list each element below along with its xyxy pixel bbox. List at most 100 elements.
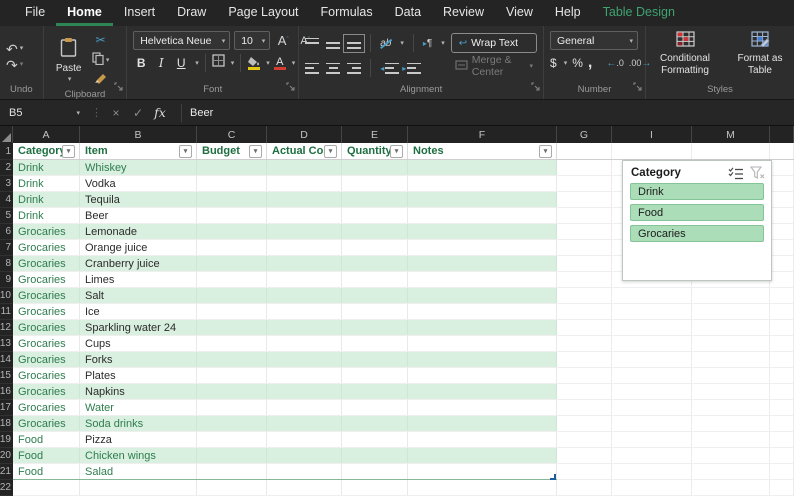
empty-cell[interactable]: [770, 464, 794, 479]
cell-F17[interactable]: [408, 400, 557, 415]
cell-B6[interactable]: Lemonade: [80, 224, 197, 239]
format-painter-button[interactable]: [92, 71, 110, 88]
conditional-formatting-button[interactable]: Conditional Formatting: [652, 31, 718, 77]
empty-cell[interactable]: [557, 336, 612, 351]
cell-F19[interactable]: [408, 432, 557, 447]
empty-cell[interactable]: [557, 272, 612, 287]
decrease-indent-button[interactable]: ◂: [380, 63, 395, 74]
cell-F9[interactable]: [408, 272, 557, 287]
increase-font-button[interactable]: Aˆ: [274, 32, 292, 49]
column-header-C[interactable]: C: [197, 126, 267, 143]
row-number[interactable]: 11: [0, 304, 13, 320]
cell-D21[interactable]: [267, 464, 342, 479]
empty-cell[interactable]: [770, 320, 794, 335]
cell-C6[interactable]: [197, 224, 267, 239]
empty-cell[interactable]: [692, 432, 770, 447]
empty-cell[interactable]: [770, 288, 794, 303]
empty-cell[interactable]: [557, 400, 612, 415]
cell-E16[interactable]: [342, 384, 408, 399]
row-number[interactable]: 18: [0, 416, 13, 432]
filter-dropdown-icon[interactable]: ▾: [62, 145, 75, 158]
cell-F10[interactable]: [408, 288, 557, 303]
cell-D9[interactable]: [267, 272, 342, 287]
table-header-actual-cost[interactable]: Actual Cost▾: [267, 143, 342, 159]
cell-B18[interactable]: Soda drinks: [80, 416, 197, 431]
row-number[interactable]: 3: [0, 176, 13, 192]
empty-cell[interactable]: [612, 352, 692, 367]
cell-B10[interactable]: Salt: [80, 288, 197, 303]
empty-cell[interactable]: [612, 368, 692, 383]
empty-cell[interactable]: [770, 143, 794, 159]
underline-button[interactable]: U: [173, 56, 189, 70]
empty-cell[interactable]: [770, 304, 794, 319]
slicer-item-drink[interactable]: Drink: [630, 183, 764, 200]
cell-E13[interactable]: [342, 336, 408, 351]
font-color-button[interactable]: A: [274, 57, 286, 70]
cell-C14[interactable]: [197, 352, 267, 367]
row-number[interactable]: 2: [0, 160, 13, 176]
tab-page-layout[interactable]: Page Layout: [217, 0, 309, 26]
cell-C21[interactable]: [197, 464, 267, 479]
empty-cell[interactable]: [770, 416, 794, 431]
cell-B8[interactable]: Cranberry juice: [80, 256, 197, 271]
cell-E9[interactable]: [342, 272, 408, 287]
format-as-table-button[interactable]: Format as Table: [732, 31, 788, 77]
cell-D13[interactable]: [267, 336, 342, 351]
cell-D8[interactable]: [267, 256, 342, 271]
cell-A13[interactable]: Grocaries: [13, 336, 80, 351]
filter-dropdown-icon[interactable]: ▾: [390, 145, 403, 158]
slicer-item-food[interactable]: Food: [630, 204, 764, 221]
cell-A11[interactable]: Grocaries: [13, 304, 80, 319]
empty-cell[interactable]: [612, 320, 692, 335]
row-number[interactable]: 21: [0, 464, 13, 480]
fill-color-button[interactable]: [247, 57, 260, 70]
empty-cell[interactable]: [692, 143, 770, 159]
row-number[interactable]: 20: [0, 448, 13, 464]
cell-C19[interactable]: [197, 432, 267, 447]
bold-button[interactable]: B: [133, 56, 149, 70]
empty-cell[interactable]: [692, 448, 770, 463]
column-header-D[interactable]: D: [267, 126, 342, 143]
cell-E2[interactable]: [342, 160, 408, 175]
cell-A19[interactable]: Food: [13, 432, 80, 447]
cell-A18[interactable]: Grocaries: [13, 416, 80, 431]
empty-cell[interactable]: [692, 336, 770, 351]
cell-E18[interactable]: [342, 416, 408, 431]
cell-A22[interactable]: [13, 480, 80, 495]
borders-button[interactable]: [212, 54, 225, 72]
cell-F22[interactable]: [408, 480, 557, 495]
align-middle-button[interactable]: [326, 38, 340, 49]
row-number[interactable]: 6: [0, 224, 13, 240]
cell-C18[interactable]: [197, 416, 267, 431]
cell-C9[interactable]: [197, 272, 267, 287]
empty-cell[interactable]: [557, 143, 612, 159]
tab-home[interactable]: Home: [56, 0, 113, 26]
empty-cell[interactable]: [692, 352, 770, 367]
cell-A15[interactable]: Grocaries: [13, 368, 80, 383]
column-header-E[interactable]: E: [342, 126, 408, 143]
row-number[interactable]: 1: [0, 143, 13, 160]
empty-cell[interactable]: [612, 143, 692, 159]
cell-B15[interactable]: Plates: [80, 368, 197, 383]
cell-D20[interactable]: [267, 448, 342, 463]
align-right-button[interactable]: [347, 63, 361, 74]
row-number[interactable]: 8: [0, 256, 13, 272]
cell-C15[interactable]: [197, 368, 267, 383]
cell-E10[interactable]: [342, 288, 408, 303]
cell-D2[interactable]: [267, 160, 342, 175]
formula-input[interactable]: Beer: [190, 107, 213, 119]
cell-F16[interactable]: [408, 384, 557, 399]
table-resize-handle-icon[interactable]: [550, 474, 556, 480]
row-number[interactable]: 16: [0, 384, 13, 400]
filter-dropdown-icon[interactable]: ▾: [249, 145, 262, 158]
empty-cell[interactable]: [770, 448, 794, 463]
font-name-select[interactable]: Helvetica Neue▾: [133, 31, 230, 50]
cell-C4[interactable]: [197, 192, 267, 207]
cell-D4[interactable]: [267, 192, 342, 207]
cell-D17[interactable]: [267, 400, 342, 415]
cell-E5[interactable]: [342, 208, 408, 223]
cell-B17[interactable]: Water: [80, 400, 197, 415]
empty-cell[interactable]: [692, 288, 770, 303]
empty-cell[interactable]: [612, 384, 692, 399]
cut-button[interactable]: ✂: [92, 31, 110, 48]
